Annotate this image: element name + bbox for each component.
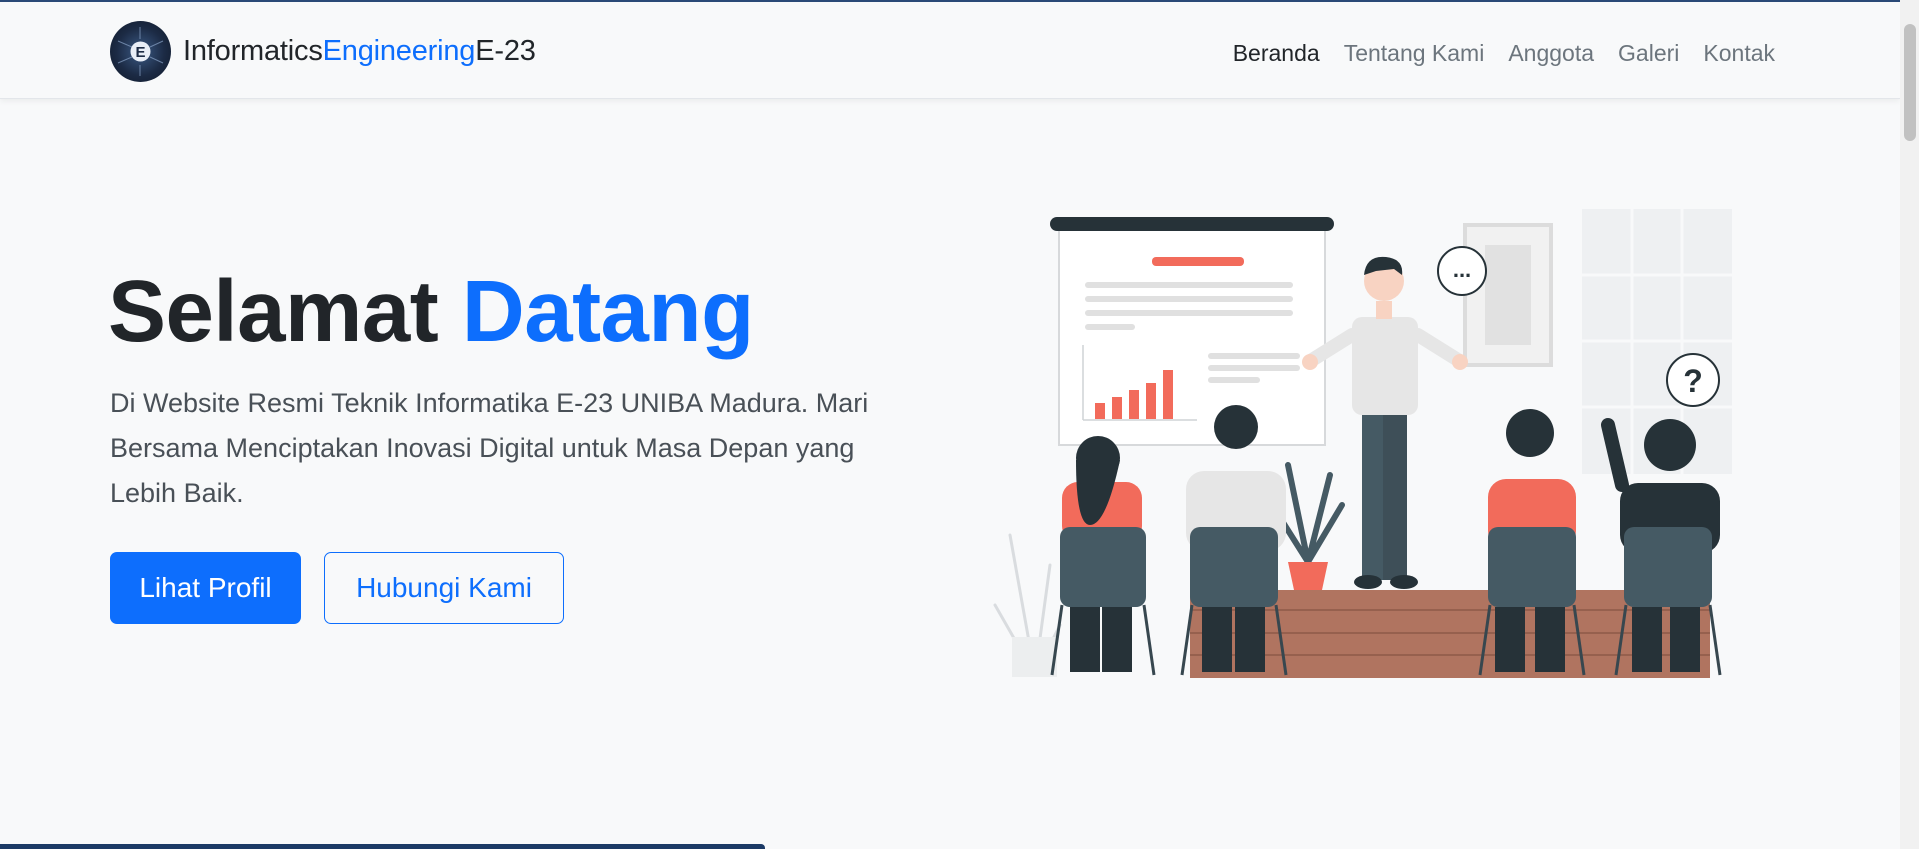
- scrollbar-thumb[interactable]: [1904, 24, 1916, 141]
- svg-text:...: ...: [1453, 257, 1471, 282]
- nav-item-galeri[interactable]: Galeri: [1618, 40, 1679, 67]
- hero-title-part1: Selamat: [108, 263, 439, 360]
- brand-name-part3: E-23: [475, 35, 536, 67]
- brand-logo: E: [110, 21, 171, 82]
- hero-subtitle: Di Website Resmi Teknik Informatika E-23…: [110, 388, 869, 508]
- nav-item-beranda[interactable]: Beranda: [1233, 40, 1320, 67]
- nav-menu: Beranda Tentang Kami Anggota Galeri Kont…: [1233, 40, 1775, 67]
- svg-text:E: E: [135, 44, 145, 61]
- vertical-scrollbar[interactable]: [1900, 0, 1919, 849]
- nav-item-anggota[interactable]: Anggota: [1508, 40, 1594, 67]
- brand-link[interactable]: E InformaticsEngineeringE-23: [110, 21, 536, 82]
- brand-name-part2: Engineering: [322, 35, 476, 67]
- nav-item-kontak[interactable]: Kontak: [1703, 40, 1775, 67]
- speech-bubble-question: ?: [1666, 353, 1720, 407]
- lihat-profil-button[interactable]: Lihat Profil: [110, 552, 301, 624]
- presenter: [1302, 256, 1468, 589]
- hero-title: Selamat Datang: [108, 262, 754, 362]
- audience-person-1: [1050, 436, 1156, 676]
- nav-item-tentang-kami[interactable]: Tentang Kami: [1344, 40, 1485, 67]
- brand-name: InformaticsEngineeringE-23: [183, 35, 536, 68]
- speech-bubble-dots: ...: [1437, 246, 1487, 296]
- brand-name-part1: Informatics: [183, 35, 323, 67]
- bottom-section-edge: [0, 844, 765, 849]
- navbar: E InformaticsEngineeringE-23 Beranda Ten…: [0, 2, 1900, 99]
- hero-illustration: ... ?: [990, 205, 1740, 685]
- hubungi-kami-button[interactable]: Hubungi Kami: [324, 552, 564, 624]
- svg-text:?: ?: [1683, 363, 1703, 399]
- hero-title-part2: Datang: [461, 263, 754, 360]
